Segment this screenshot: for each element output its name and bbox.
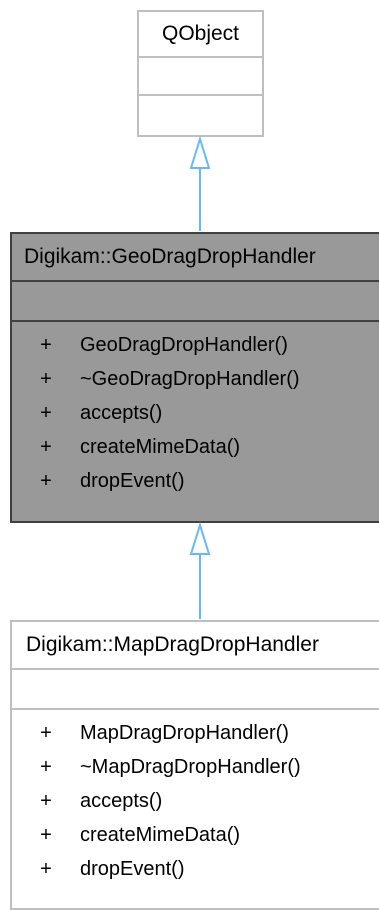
edge-geo-to-qobject bbox=[189, 135, 211, 231]
inheritance-arrowhead-icon bbox=[189, 135, 211, 169]
edge-map-to-geo bbox=[189, 521, 211, 619]
inheritance-arrowhead-icon bbox=[189, 521, 211, 555]
inheritance-edges bbox=[189, 135, 211, 619]
